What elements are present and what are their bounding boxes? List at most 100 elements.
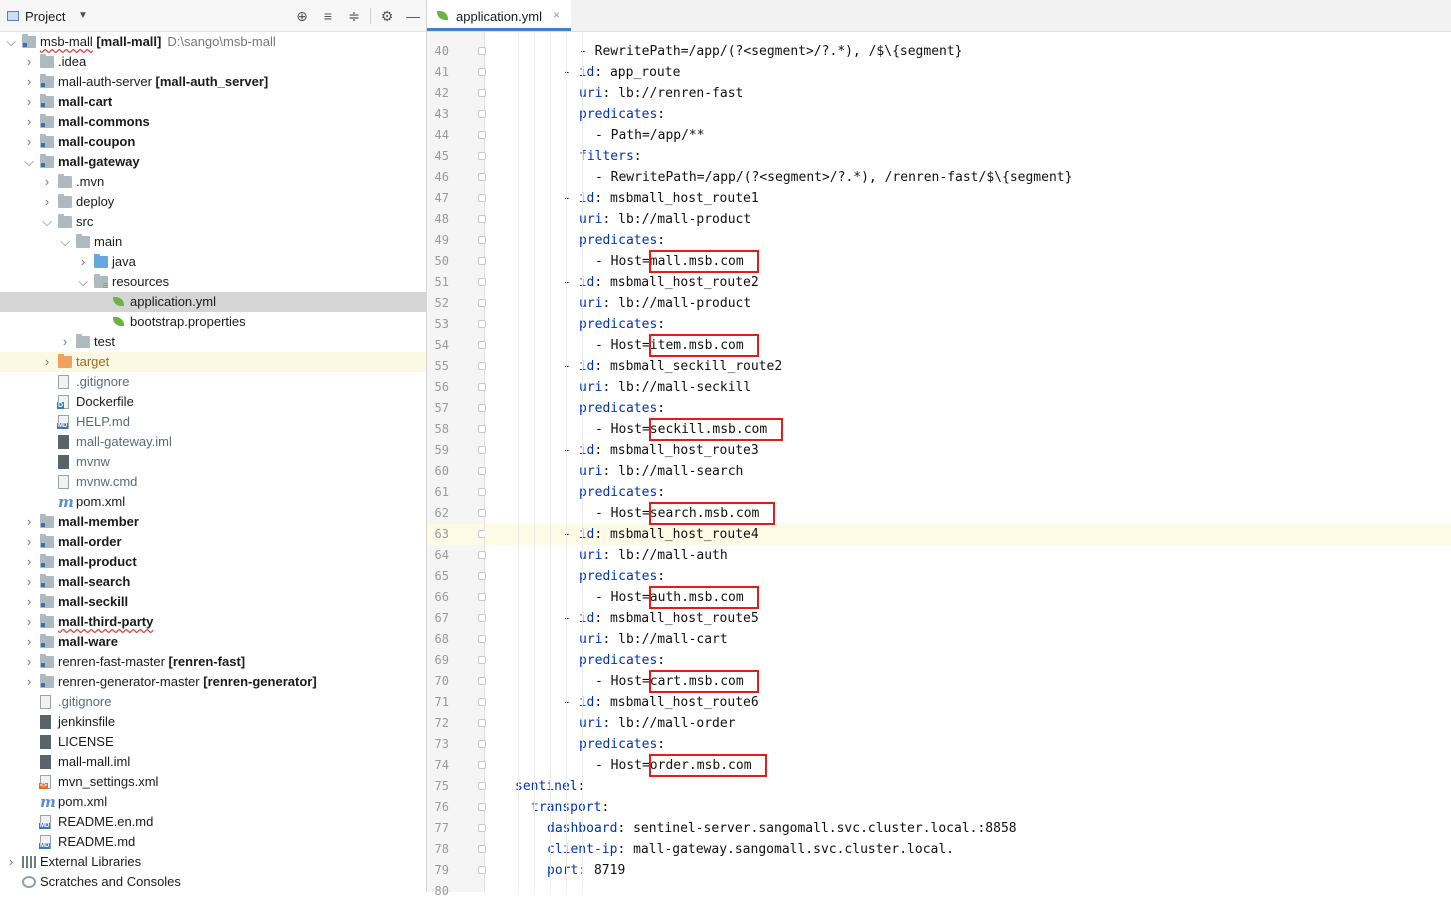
project-view-selector[interactable]: Project — [25, 9, 65, 24]
code-line[interactable]: - id: msbmall_host_route6 — [485, 692, 1451, 713]
chevron-right-icon[interactable]: › — [23, 92, 35, 112]
tree-item[interactable]: ⌵ mall-gateway — [0, 152, 426, 172]
tree-item[interactable]: application.yml — [0, 292, 426, 312]
chevron-right-icon[interactable]: › — [77, 252, 89, 272]
code-line[interactable]: - Host=order.msb.com — [485, 755, 1451, 776]
code-line[interactable]: uri: lb://mall-cart — [485, 629, 1451, 650]
code-line[interactable]: filters: — [485, 146, 1451, 167]
chevron-right-icon[interactable]: › — [23, 632, 35, 652]
tree-item[interactable]: › mall-coupon — [0, 132, 426, 152]
chevron-down-icon[interactable]: ▼ — [78, 10, 88, 21]
code-line[interactable]: - id: msbmall_host_route4 — [485, 524, 1451, 545]
tree-item[interactable]: HELP.md — [0, 412, 426, 432]
tree-item[interactable]: › test — [0, 332, 426, 352]
tree-item[interactable]: › .idea — [0, 52, 426, 72]
code-line[interactable]: - id: msbmall_host_route5 — [485, 608, 1451, 629]
code-editor[interactable]: - RewritePath=/app/(?<segment>/?.*), /$\… — [485, 32, 1451, 892]
chevron-right-icon[interactable]: › — [23, 652, 35, 672]
chevron-right-icon[interactable]: › — [23, 552, 35, 572]
code-line[interactable]: - RewritePath=/app/(?<segment>/?.*), /re… — [485, 167, 1451, 188]
tree-item[interactable]: › mall-search — [0, 572, 426, 592]
code-line[interactable]: predicates: — [485, 734, 1451, 755]
code-line[interactable]: - id: msbmall_seckill_route2 — [485, 356, 1451, 377]
tab-application-yml[interactable]: application.yml × — [427, 0, 571, 31]
tree-item[interactable]: ⌵ src — [0, 212, 426, 232]
code-line[interactable]: uri: lb://mall-product — [485, 209, 1451, 230]
code-line[interactable]: - Host=mall.msb.com — [485, 251, 1451, 272]
tree-item[interactable]: › mall-third-party — [0, 612, 426, 632]
tree-item[interactable]: jenkinsfile — [0, 712, 426, 732]
tree-item[interactable]: m pom.xml — [0, 492, 426, 512]
code-line[interactable]: uri: lb://renren-fast — [485, 83, 1451, 104]
code-line[interactable]: - id: msbmall_host_route2 — [485, 272, 1451, 293]
chevron-right-icon[interactable]: › — [23, 532, 35, 552]
tree-item[interactable]: README.en.md — [0, 812, 426, 832]
chevron-right-icon[interactable]: › — [59, 332, 71, 352]
tree-item[interactable]: › .mvn — [0, 172, 426, 192]
chevron-right-icon[interactable]: › — [23, 512, 35, 532]
code-line[interactable]: - RewritePath=/app/(?<segment>/?.*), /$\… — [485, 41, 1451, 62]
code-line[interactable]: predicates: — [485, 230, 1451, 251]
chevron-down-icon[interactable]: ⌵ — [23, 152, 35, 172]
chevron-right-icon[interactable]: › — [23, 112, 35, 132]
tree-item[interactable]: › renren-fast-master [renren-fast] — [0, 652, 426, 672]
tree-item[interactable]: mall-gateway.iml — [0, 432, 426, 452]
tree-item[interactable]: .gitignore — [0, 692, 426, 712]
code-line[interactable]: predicates: — [485, 314, 1451, 335]
code-line[interactable]: predicates: — [485, 398, 1451, 419]
code-line[interactable]: client-ip: mall-gateway.sangomall.svc.cl… — [485, 839, 1451, 860]
locate-icon[interactable]: ⊕ — [294, 7, 310, 25]
tree-item[interactable]: m pom.xml — [0, 792, 426, 812]
code-line[interactable]: predicates: — [485, 650, 1451, 671]
tree-item[interactable]: › java — [0, 252, 426, 272]
code-line[interactable]: - Host=cart.msb.com — [485, 671, 1451, 692]
tree-item[interactable]: Scratches and Consoles — [0, 872, 426, 892]
minimize-icon[interactable]: — — [405, 7, 421, 25]
tree-item[interactable]: mall-mall.iml — [0, 752, 426, 772]
chevron-right-icon[interactable]: › — [5, 852, 17, 872]
chevron-right-icon[interactable]: › — [41, 192, 53, 212]
expand-all-icon[interactable]: ≡ — [320, 7, 336, 25]
gear-icon[interactable]: ⚙ — [379, 7, 395, 25]
chevron-right-icon[interactable]: › — [23, 52, 35, 72]
code-line[interactable]: - id: app_route — [485, 62, 1451, 83]
chevron-right-icon[interactable]: › — [23, 72, 35, 92]
code-line[interactable]: uri: lb://mall-auth — [485, 545, 1451, 566]
tree-item[interactable]: ⌵ resources — [0, 272, 426, 292]
code-line[interactable]: predicates: — [485, 566, 1451, 587]
collapse-all-icon[interactable]: ≑ — [346, 7, 362, 25]
chevron-right-icon[interactable]: › — [41, 172, 53, 192]
tree-item[interactable]: › target — [0, 352, 426, 372]
code-line[interactable]: uri: lb://mall-search — [485, 461, 1451, 482]
chevron-down-icon[interactable]: ⌵ — [41, 212, 53, 232]
tree-item[interactable]: › mall-auth-server [mall-auth_server] — [0, 72, 426, 92]
code-line[interactable]: uri: lb://mall-product — [485, 293, 1451, 314]
code-line[interactable]: - Path=/app/** — [485, 125, 1451, 146]
close-icon[interactable]: × — [553, 8, 560, 22]
chevron-right-icon[interactable]: › — [23, 132, 35, 152]
code-line[interactable]: sentinel: — [485, 776, 1451, 797]
chevron-right-icon[interactable]: › — [23, 672, 35, 692]
tree-item[interactable]: LICENSE — [0, 732, 426, 752]
code-line[interactable]: predicates: — [485, 482, 1451, 503]
tree-item[interactable]: › mall-commons — [0, 112, 426, 132]
tree-item[interactable]: › mall-cart — [0, 92, 426, 112]
tree-item[interactable]: › mall-product — [0, 552, 426, 572]
tree-item[interactable]: › mall-ware — [0, 632, 426, 652]
chevron-down-icon[interactable]: ⌵ — [59, 232, 71, 252]
tree-item[interactable]: ⌵ msb-mall [mall-mall] D:\sango\msb-mall — [0, 32, 426, 52]
tree-item[interactable]: .gitignore — [0, 372, 426, 392]
tree-item[interactable]: › deploy — [0, 192, 426, 212]
tree-item[interactable]: mvnw.cmd — [0, 472, 426, 492]
tree-item[interactable]: mvnw — [0, 452, 426, 472]
tree-item[interactable]: › mall-seckill — [0, 592, 426, 612]
chevron-down-icon[interactable]: ⌵ — [5, 32, 17, 52]
chevron-right-icon[interactable]: › — [23, 592, 35, 612]
code-line[interactable]: - Host=seckill.msb.com — [485, 419, 1451, 440]
tree-item[interactable]: Dockerfile — [0, 392, 426, 412]
tree-item[interactable]: mvn_settings.xml — [0, 772, 426, 792]
code-line[interactable]: - Host=item.msb.com — [485, 335, 1451, 356]
tree-item[interactable]: ⌵ main — [0, 232, 426, 252]
chevron-right-icon[interactable]: › — [23, 612, 35, 632]
tree-item[interactable]: › mall-order — [0, 532, 426, 552]
